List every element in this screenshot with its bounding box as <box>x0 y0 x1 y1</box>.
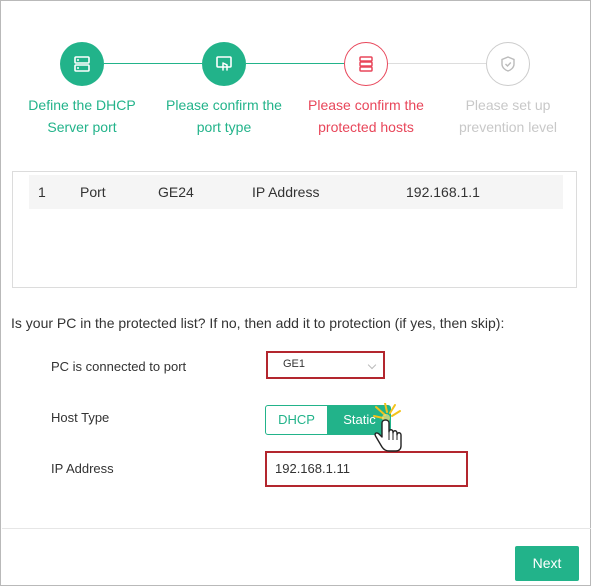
row-address-label: IP Address <box>252 184 320 200</box>
touch-screen-icon <box>216 56 232 71</box>
next-button[interactable]: Next <box>515 546 579 581</box>
step-connector-3 <box>388 63 486 64</box>
step-3-circle <box>344 42 388 86</box>
wizard-dialog: Define the DHCP Server port Please confir… <box>0 0 591 586</box>
row-ip: 192.168.1.1 <box>406 184 480 200</box>
protection-question: Is your PC in the protected list? If no,… <box>11 315 505 331</box>
host-type-dhcp-button[interactable]: DHCP <box>265 405 328 435</box>
ip-address-input[interactable] <box>275 461 455 476</box>
step-connector-1 <box>104 63 202 64</box>
row-index: 1 <box>38 184 46 200</box>
row-port: GE24 <box>158 184 194 200</box>
step-connector-2 <box>246 63 344 64</box>
host-list-icon <box>359 56 373 72</box>
table-row[interactable]: 1 Port GE24 IP Address 192.168.1.1 <box>29 175 563 209</box>
step-1-circle <box>60 42 104 86</box>
step-3-label: Please confirm the protected hosts <box>308 97 424 135</box>
ip-address-field-wrapper <box>265 451 468 487</box>
ip-address-label: IP Address <box>51 461 114 476</box>
footer-divider <box>2 528 591 529</box>
port-label: PC is connected to port <box>51 359 187 374</box>
port-select-value: GE1 <box>283 358 306 370</box>
chevron-down-icon <box>367 360 377 370</box>
step-4-circle <box>486 42 530 86</box>
row-type: Port <box>80 184 106 200</box>
step-2-circle <box>202 42 246 86</box>
host-type-label: Host Type <box>51 410 110 425</box>
step-2-label: Please confirm the port type <box>166 97 282 135</box>
shield-check-icon <box>501 56 515 72</box>
protected-hosts-table: 1 Port GE24 IP Address 192.168.1.1 <box>12 171 577 288</box>
step-1-label: Define the DHCP Server port <box>28 97 136 135</box>
hand-cursor-icon <box>373 403 402 452</box>
step-4-label: Please set up prevention level <box>458 97 558 135</box>
server-icon <box>74 56 90 72</box>
port-select[interactable]: GE1 <box>266 351 385 379</box>
